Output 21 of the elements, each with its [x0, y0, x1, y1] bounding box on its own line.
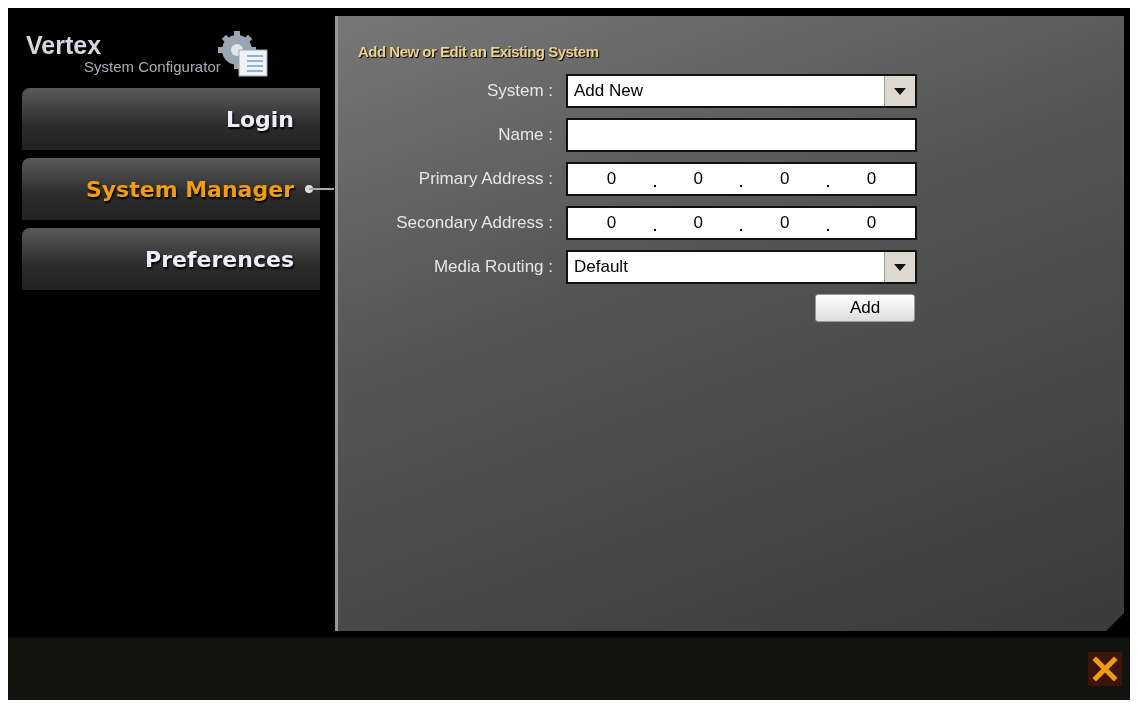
close-icon[interactable]: [1088, 652, 1122, 686]
nav-tab[interactable]: Login: [22, 88, 320, 150]
add-button[interactable]: Add: [815, 294, 915, 322]
field-label: Name :: [497, 125, 553, 145]
field-label: System :: [485, 81, 553, 101]
field-label: Media Routing :: [432, 257, 553, 277]
dropdown-field[interactable]: Default: [566, 250, 917, 284]
dropdown-arrow-icon: [894, 87, 906, 95]
dropdown-field[interactable]: Add New: [566, 74, 917, 108]
panel-title: Add New or Edit an Existing System: [358, 43, 600, 60]
field-label: Secondary Address :: [395, 213, 553, 233]
nav-tab[interactable]: System Manager: [22, 158, 320, 220]
nav-tab[interactable]: Preferences: [22, 228, 320, 290]
app-title: Vertex: [26, 32, 103, 58]
name-input-field[interactable]: [566, 118, 917, 152]
app-subtitle: System Configurator: [84, 58, 221, 75]
field-label: Primary Address :: [417, 169, 553, 189]
connector-icon: [304, 184, 334, 194]
address-input-field[interactable]: 0 0 0 0: [566, 162, 917, 196]
dropdown-arrow-icon: [894, 263, 906, 271]
address-input-field[interactable]: 0 0 0 0: [566, 206, 917, 240]
